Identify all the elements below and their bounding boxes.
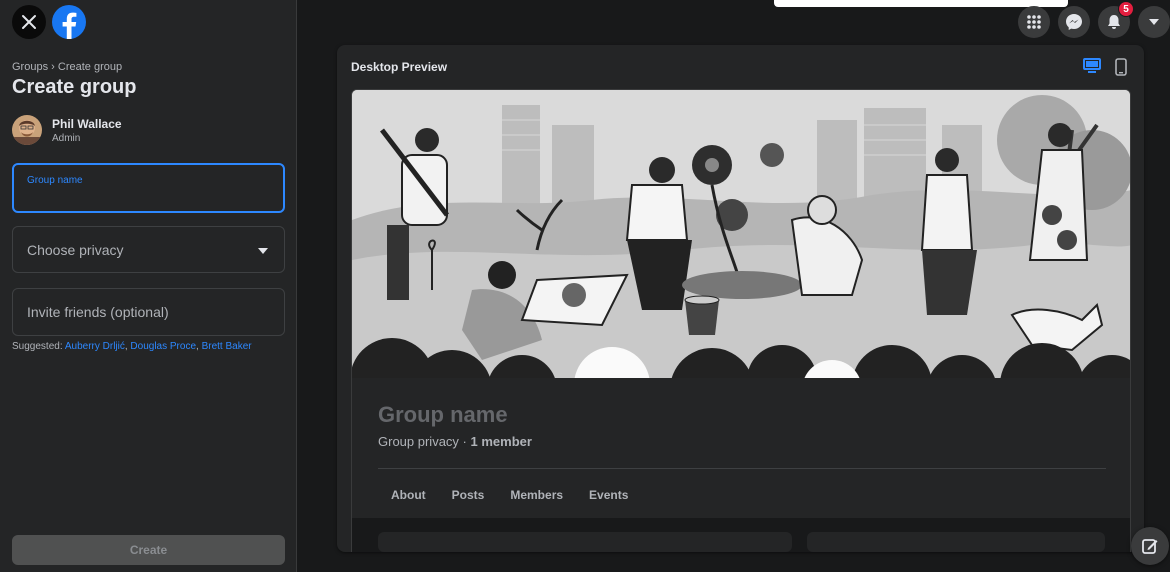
preview-member-count: 1 member: [470, 434, 532, 449]
tab-about: About: [391, 488, 426, 502]
breadcrumb-separator: ›: [51, 61, 55, 73]
privacy-placeholder: Choose privacy: [27, 242, 124, 258]
breadcrumb-current: Create group: [57, 61, 123, 73]
desktop-preview-panel: Desktop Preview Group name Group privacy…: [337, 45, 1144, 552]
caret-down-icon: [258, 248, 268, 254]
preview-title: Desktop Preview: [351, 60, 448, 74]
menu-grid-icon: [1027, 15, 1041, 29]
breadcrumb: Groups › Create group: [12, 61, 122, 73]
menu-button[interactable]: [1018, 6, 1050, 38]
desktop-preview-toggle[interactable]: [1083, 58, 1101, 79]
group-name-label: Group name: [27, 175, 83, 186]
desktop-icon: [1083, 58, 1101, 73]
tab-posts: Posts: [451, 488, 485, 502]
messenger-icon: [1066, 14, 1082, 30]
preview-tabs: About Posts Members Events: [378, 476, 641, 514]
cover-photo: [352, 90, 1130, 432]
close-icon: [22, 15, 36, 29]
preview-separator: ·: [462, 434, 467, 449]
bell-icon: [1108, 15, 1120, 29]
group-name-input[interactable]: [27, 189, 267, 205]
create-group-sidebar: Groups › Create group Create group Phil …: [0, 0, 297, 572]
user-role: Admin: [52, 132, 81, 144]
group-preview: Group name Group privacy · 1 member Abou…: [351, 89, 1131, 552]
suggested-friend-3[interactable]: Brett Baker: [202, 341, 252, 352]
facebook-icon: [52, 5, 86, 39]
notification-badge: 5: [1118, 1, 1134, 17]
invite-placeholder: Invite friends (optional): [27, 304, 169, 320]
privacy-select[interactable]: Choose privacy: [12, 226, 285, 273]
suggested-friend-2[interactable]: Douglas Proce: [130, 341, 196, 352]
account-menu-button[interactable]: [1138, 6, 1170, 38]
avatar: [12, 115, 42, 145]
mobile-icon: [1115, 58, 1127, 76]
preview-card-right: [807, 532, 1105, 552]
close-button[interactable]: [12, 5, 46, 39]
user-name[interactable]: Phil Wallace: [52, 117, 122, 131]
suggested-friend-1[interactable]: Auberry Drljić: [65, 341, 125, 352]
admin-user: Phil Wallace Admin: [12, 115, 122, 145]
messenger-button[interactable]: [1058, 6, 1090, 38]
page-title: Create group: [12, 76, 137, 98]
breadcrumb-groups[interactable]: Groups: [12, 61, 48, 73]
tab-members: Members: [510, 488, 564, 502]
notifications-button[interactable]: 5: [1098, 1, 1134, 38]
suggested-friends: Suggested: Auberry Drljić, Douglas Proce…: [12, 341, 252, 352]
new-message-button[interactable]: [1131, 527, 1169, 565]
mobile-preview-toggle[interactable]: [1115, 58, 1127, 81]
facebook-logo[interactable]: [52, 5, 86, 39]
preview-group-meta: Group privacy · 1 member: [378, 434, 532, 449]
preview-group-name: Group name: [378, 402, 508, 427]
preview-divider: [378, 468, 1106, 469]
create-button[interactable]: Create: [12, 535, 285, 565]
suggested-label: Suggested:: [12, 341, 63, 352]
search-bar[interactable]: [774, 0, 1068, 7]
group-name-field[interactable]: Group name: [12, 163, 285, 213]
preview-privacy: Group privacy: [378, 434, 459, 449]
tab-events: Events: [589, 488, 629, 502]
caret-down-icon: [1149, 19, 1159, 25]
preview-card-left: [378, 532, 792, 552]
invite-friends-input[interactable]: Invite friends (optional): [12, 288, 285, 336]
compose-icon: [1142, 539, 1158, 554]
